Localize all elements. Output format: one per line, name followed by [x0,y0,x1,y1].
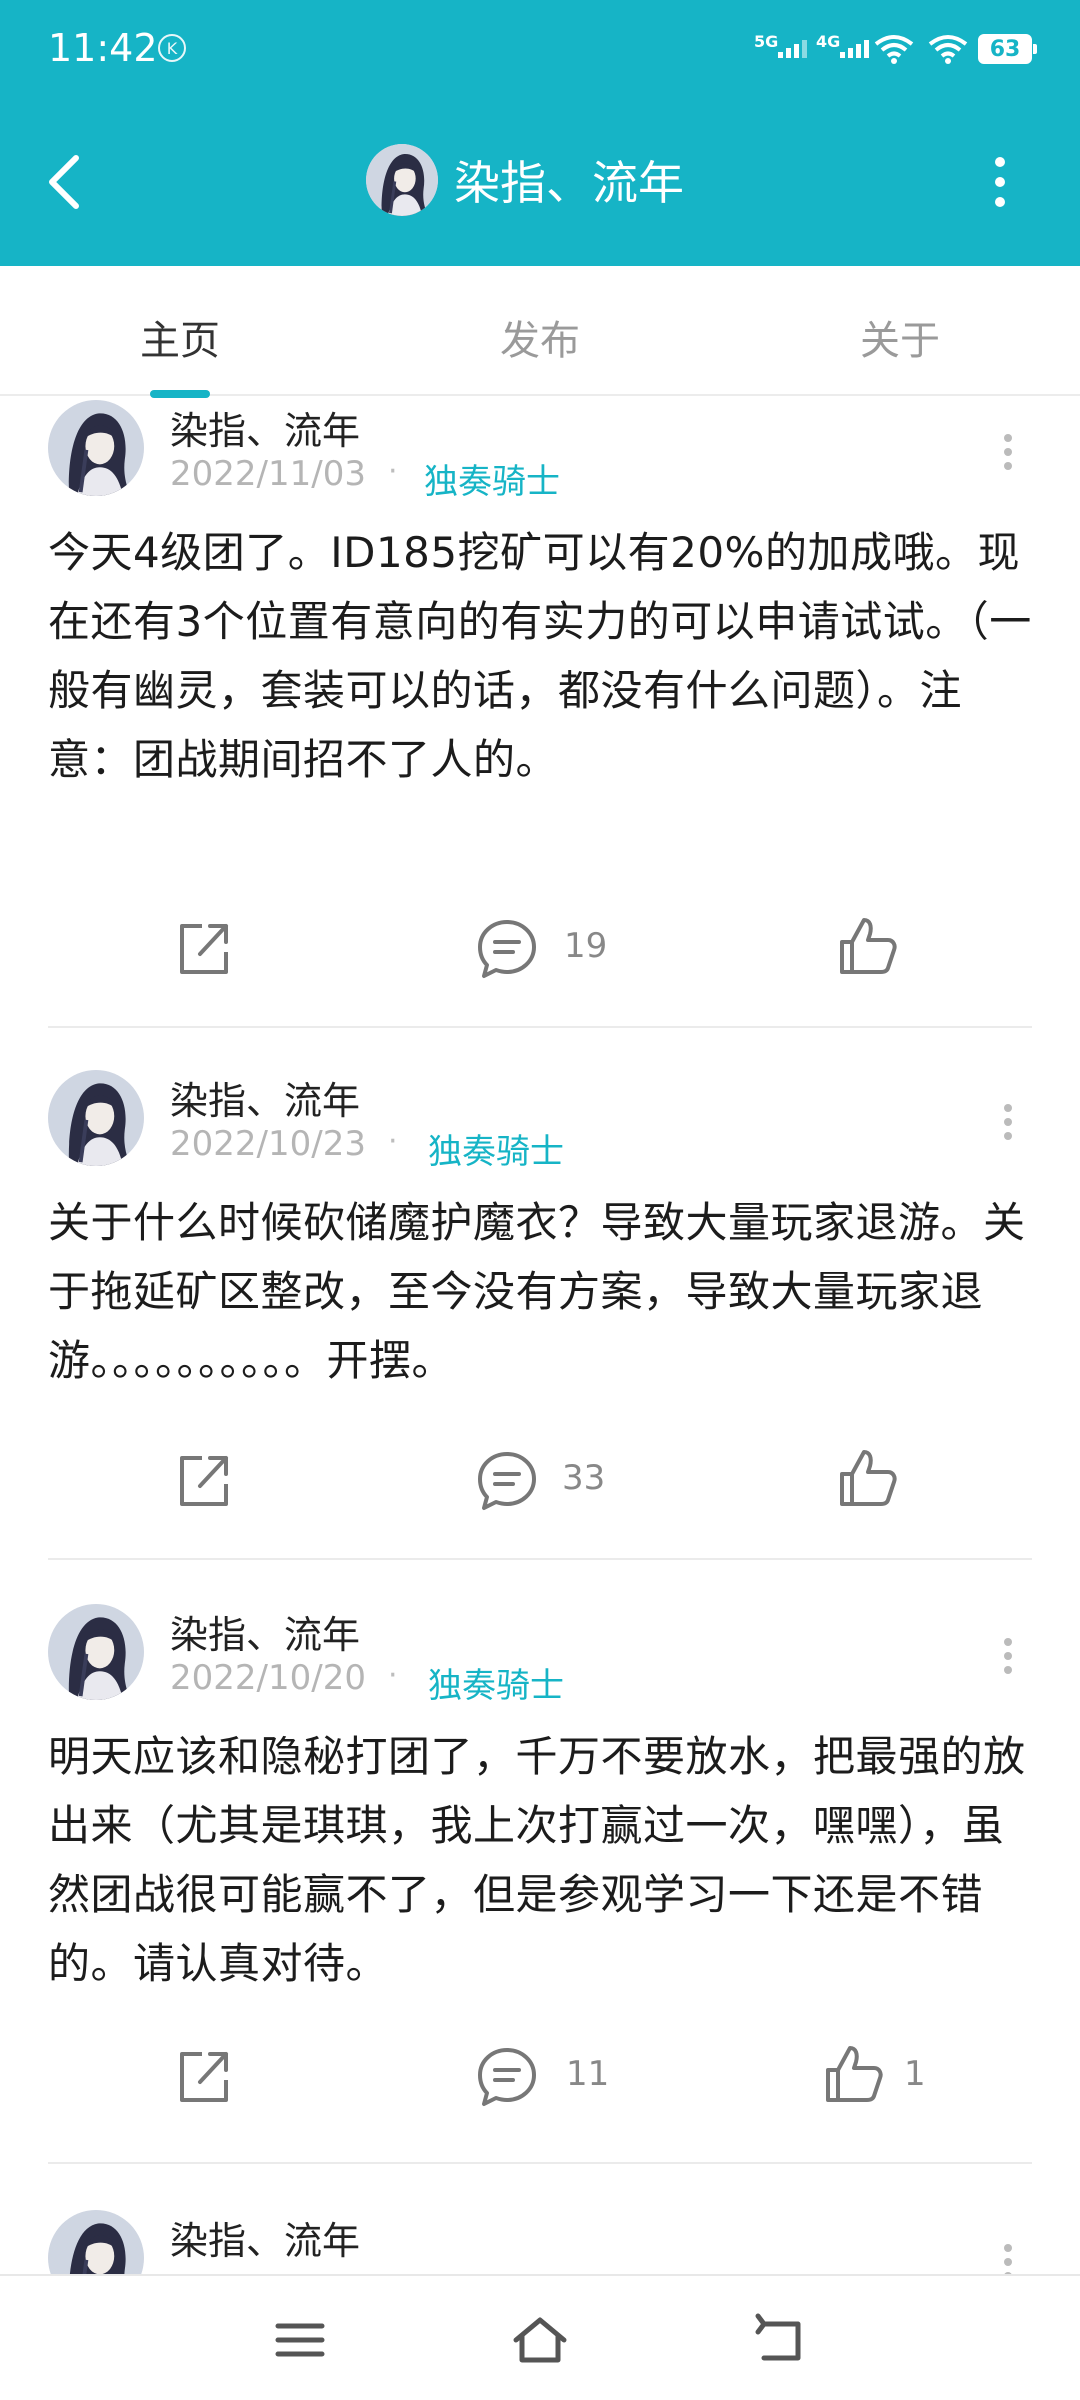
status-bar: 11:42 K 5G 4G 63 [0,0,1080,100]
post-body: 关于什么时候砍储魔护魔衣？导致大量玩家退游。关于拖延矿区整改，至今没有方案，导致… [48,1198,1026,1385]
thumbs-up-icon[interactable] [836,1446,900,1510]
status-time: 11:42 [48,26,158,70]
post-author[interactable]: 染指、流年 [170,1604,360,1659]
post-author[interactable]: 染指、流年 [170,400,360,455]
tab-active-indicator [150,390,210,398]
post-divider [48,1026,1032,1028]
post-date: 2022/11/03 [170,454,366,494]
post-badge: 独奏骑士 [424,462,560,502]
home-icon[interactable] [510,2312,570,2368]
wifi-hotspot-icon [874,35,914,64]
like-count: 1 [904,2054,926,2094]
comment-icon[interactable] [474,916,540,982]
post-separator: · [388,1124,398,1159]
post-more-icon[interactable] [994,2240,1022,2274]
back-arrow-icon[interactable] [40,150,90,214]
k-icon: K [158,34,186,62]
post-author[interactable]: 染指、流年 [170,1070,360,1125]
page-title: 染指、流年 [454,156,684,210]
comment-icon[interactable] [474,1448,540,1514]
net-4g-label: 4G [816,32,841,51]
post-divider [48,2162,1032,2164]
post-date: 2022/10/23 [170,1124,366,1164]
wifi-icon [928,35,968,64]
more-vertical-icon[interactable] [980,152,1020,212]
tab-home[interactable]: 主页 [80,308,280,366]
battery-icon: 63 [978,34,1037,64]
thumbs-up-icon[interactable] [836,914,900,978]
avatar[interactable] [48,1070,144,1166]
header-avatar[interactable] [366,144,438,216]
post-actions: 11 1 [0,2036,1080,2116]
avatar[interactable] [48,2210,144,2274]
tab-about[interactable]: 关于 [800,308,1000,366]
header-profile[interactable]: 染指、流年 [366,144,684,216]
post-more-icon[interactable] [994,1634,1022,1684]
post-author[interactable]: 染指、流年 [170,2210,360,2265]
signal-5g-icon [778,40,807,58]
comment-count: 19 [564,926,608,966]
comment-count: 11 [566,2054,610,2094]
post-more-icon[interactable] [994,430,1022,480]
net-5g-label: 5G [754,32,779,51]
share-icon[interactable] [172,916,236,980]
system-nav-bar [0,2274,1080,2400]
post-more-icon[interactable] [994,1100,1022,1150]
thumbs-up-icon[interactable] [822,2042,886,2106]
post-body: 今天4级团了。ID185挖矿可以有20%的加成哦。现在还有3个位置有意向的有实力… [48,528,1032,784]
post-badge: 独奏骑士 [428,1132,564,1172]
tab-posts[interactable]: 发布 [440,308,640,366]
post-feed[interactable]: 染指、流年 2022/11/03 · 独奏骑士 今天4级团了。ID185挖矿可以… [0,398,1080,2274]
back-nav-icon[interactable] [750,2312,810,2368]
post-actions: 19 [0,908,1080,988]
tab-bar: 主页 发布 关于 [0,266,1080,398]
share-icon[interactable] [172,1448,236,1512]
post-body: 明天应该和隐秘打团了，千万不要放水，把最强的放出来（尤其是琪琪，我上次打赢过一次… [48,1732,1026,1988]
avatar[interactable] [48,1604,144,1700]
post-actions: 33 [0,1440,1080,1520]
avatar[interactable] [48,400,144,496]
app-header: 染指、流年 [0,100,1080,266]
comment-icon[interactable] [474,2044,540,2110]
menu-icon[interactable] [270,2312,330,2368]
post-date: 2022/10/20 [170,1658,366,1698]
post-divider [48,1558,1032,1560]
post-separator: · [388,1658,398,1693]
share-icon[interactable] [172,2044,236,2108]
post-separator: · [388,454,398,489]
post-badge: 独奏骑士 [428,1666,564,1706]
comment-count: 33 [562,1458,606,1498]
signal-4g-icon [840,40,869,58]
